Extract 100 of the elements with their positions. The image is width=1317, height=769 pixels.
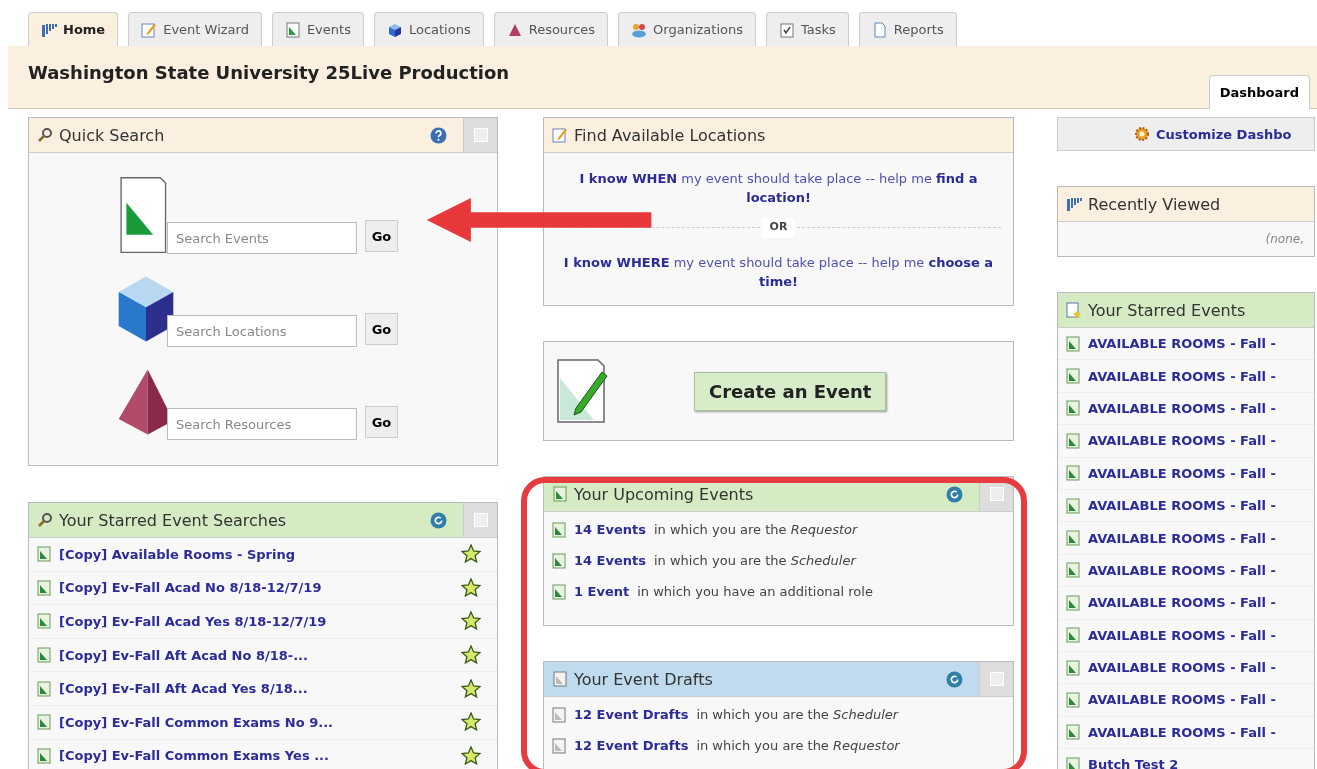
find-location-link[interactable]: I know WHEN my event should take place -- help me find a location!: [556, 169, 1001, 207]
document-icon: [37, 613, 51, 630]
bars-icon: [41, 21, 57, 38]
nav-tab[interactable]: Locations: [373, 12, 484, 46]
star-icon[interactable]: [461, 645, 481, 666]
document-icon: [284, 21, 301, 38]
event-link[interactable]: AVAILABLE ROOMS - Fall -: [1088, 627, 1306, 643]
search-link[interactable]: [Copy] Ev-Fall Acad Yes 8/18-12/7/19: [59, 614, 453, 629]
nav-tab[interactable]: Event Wizard: [128, 12, 262, 46]
events-link[interactable]: 14 Events: [574, 553, 646, 568]
refresh-icon[interactable]: [946, 670, 963, 688]
dashboard-tab[interactable]: Dashboard: [1208, 75, 1310, 109]
document-icon: [37, 714, 51, 731]
document-icon: [552, 583, 566, 600]
event-link[interactable]: AVAILABLE ROOMS - Fall -: [1088, 336, 1306, 352]
star-icon[interactable]: [461, 577, 481, 598]
drafts-link[interactable]: 12 Event Drafts: [574, 738, 689, 753]
document-icon: [1066, 562, 1080, 579]
panel-title: Find Available Locations: [574, 125, 767, 145]
nav-tab[interactable]: Resources: [493, 12, 609, 46]
refresh-icon[interactable]: [946, 485, 963, 503]
document-icon: [1066, 465, 1080, 482]
search-field[interactable]: Search Resources: [167, 408, 357, 440]
document-icon: [1066, 692, 1080, 708]
nav-tab[interactable]: Tasks: [765, 12, 849, 46]
document-pencil-icon: [556, 358, 608, 424]
event-link[interactable]: AVAILABLE ROOMS - Fall -: [1088, 562, 1306, 578]
search-icon: [37, 512, 53, 528]
document-icon: [37, 747, 51, 764]
draft-description: in which you are the Scheduler: [696, 707, 899, 722]
event-link[interactable]: AVAILABLE ROOMS - Fall -: [1088, 530, 1306, 546]
drafts-link[interactable]: 12 Event Drafts: [574, 707, 689, 722]
search-link[interactable]: [Copy] Ev-Fall Common Exams Yes ...: [59, 748, 453, 764]
panel-title: Your Starred Event Searches: [59, 510, 288, 530]
event-link[interactable]: Butch Test 2: [1088, 757, 1306, 769]
pencil-icon: [141, 21, 158, 38]
document-icon: [1066, 756, 1080, 769]
create-event-button[interactable]: Create an Event: [694, 371, 887, 411]
people-icon: [631, 21, 648, 38]
document-icon: [1066, 497, 1080, 514]
panel-title: Your Starred Events: [1088, 300, 1247, 320]
refresh-icon[interactable]: [430, 511, 447, 529]
panel-title: Recently Viewed: [1088, 194, 1222, 214]
event-description: in which you are the Scheduler: [654, 553, 856, 568]
nav-tab[interactable]: Home: [28, 12, 119, 46]
document-icon: [1066, 432, 1080, 449]
search-link[interactable]: [Copy] Ev-Fall Aft Acad No 8/18-...: [59, 647, 453, 663]
empty-note: (none,: [1265, 232, 1304, 246]
nav-tab[interactable]: Events: [271, 12, 364, 46]
event-description: in which you have an additional role: [637, 584, 873, 599]
event-link[interactable]: AVAILABLE ROOMS - Fall -: [1088, 724, 1306, 740]
search-link[interactable]: [Copy] Ev-Fall Acad No 8/18-12/7/19: [59, 580, 453, 596]
choose-time-link[interactable]: I know WHERE my event should take place -- help me choose a time!: [556, 253, 1001, 291]
document-icon: [1066, 659, 1080, 676]
document-icon: [1066, 400, 1080, 417]
events-link[interactable]: 14 Events: [574, 522, 646, 537]
document-icon: [1066, 335, 1080, 352]
pencil-icon: [552, 127, 568, 143]
events-link[interactable]: 1 Event: [574, 584, 630, 599]
search-field[interactable]: Search Locations: [167, 315, 357, 347]
document-icon: [552, 486, 568, 502]
event-link[interactable]: AVAILABLE ROOMS - Fall -: [1088, 400, 1306, 416]
document-icon: [871, 21, 888, 38]
star-icon[interactable]: [461, 611, 481, 632]
event-link[interactable]: AVAILABLE ROOMS - Fall -: [1088, 660, 1306, 676]
event-link[interactable]: AVAILABLE ROOMS - Fall -: [1088, 692, 1306, 708]
document-icon: [552, 737, 566, 754]
event-link[interactable]: AVAILABLE ROOMS - Fall -: [1088, 368, 1306, 384]
document-icon: [1066, 368, 1080, 385]
bars-icon: [1066, 196, 1082, 212]
customize-dashboard-button[interactable]: Customize Dashbo: [1057, 117, 1315, 151]
nav-tab[interactable]: Organizations: [618, 12, 756, 46]
search-link[interactable]: [Copy] Ev-Fall Aft Acad Yes 8/18...: [59, 681, 453, 697]
document-icon: [37, 647, 51, 664]
document-icon: [1066, 724, 1080, 741]
event-link[interactable]: AVAILABLE ROOMS - Fall -: [1088, 465, 1306, 481]
checklist-icon: [778, 21, 795, 38]
event-link[interactable]: AVAILABLE ROOMS - Fall -: [1088, 433, 1306, 449]
event-link[interactable]: AVAILABLE ROOMS - Fall -: [1088, 595, 1306, 611]
document-icon: [1066, 530, 1080, 547]
search-link[interactable]: [Copy] Available Rooms - Spring: [59, 546, 453, 562]
star-icon[interactable]: [461, 745, 481, 766]
star-icon[interactable]: [461, 544, 481, 565]
draft-description: in which you are the Requestor: [696, 738, 900, 753]
search-link[interactable]: [Copy] Ev-Fall Common Exams No 9...: [59, 714, 453, 730]
help-icon[interactable]: [430, 126, 447, 144]
document-icon: [552, 552, 566, 569]
event-link[interactable]: AVAILABLE ROOMS - Fall -: [1088, 498, 1306, 514]
go-button[interactable]: Go: [365, 406, 398, 438]
go-button[interactable]: Go: [365, 313, 398, 345]
document-icon: [552, 521, 566, 538]
star-icon[interactable]: [461, 712, 481, 733]
page-title: Washington State University 25Live Production: [27, 61, 510, 85]
panel-title: Your Upcoming Events: [574, 484, 755, 504]
search-field[interactable]: Search Events: [167, 222, 357, 254]
nav-tab[interactable]: Reports: [858, 12, 957, 46]
document-icon: [37, 579, 51, 596]
go-button[interactable]: Go: [365, 220, 398, 252]
or-separator: OR: [761, 218, 796, 238]
star-icon[interactable]: [461, 678, 481, 699]
